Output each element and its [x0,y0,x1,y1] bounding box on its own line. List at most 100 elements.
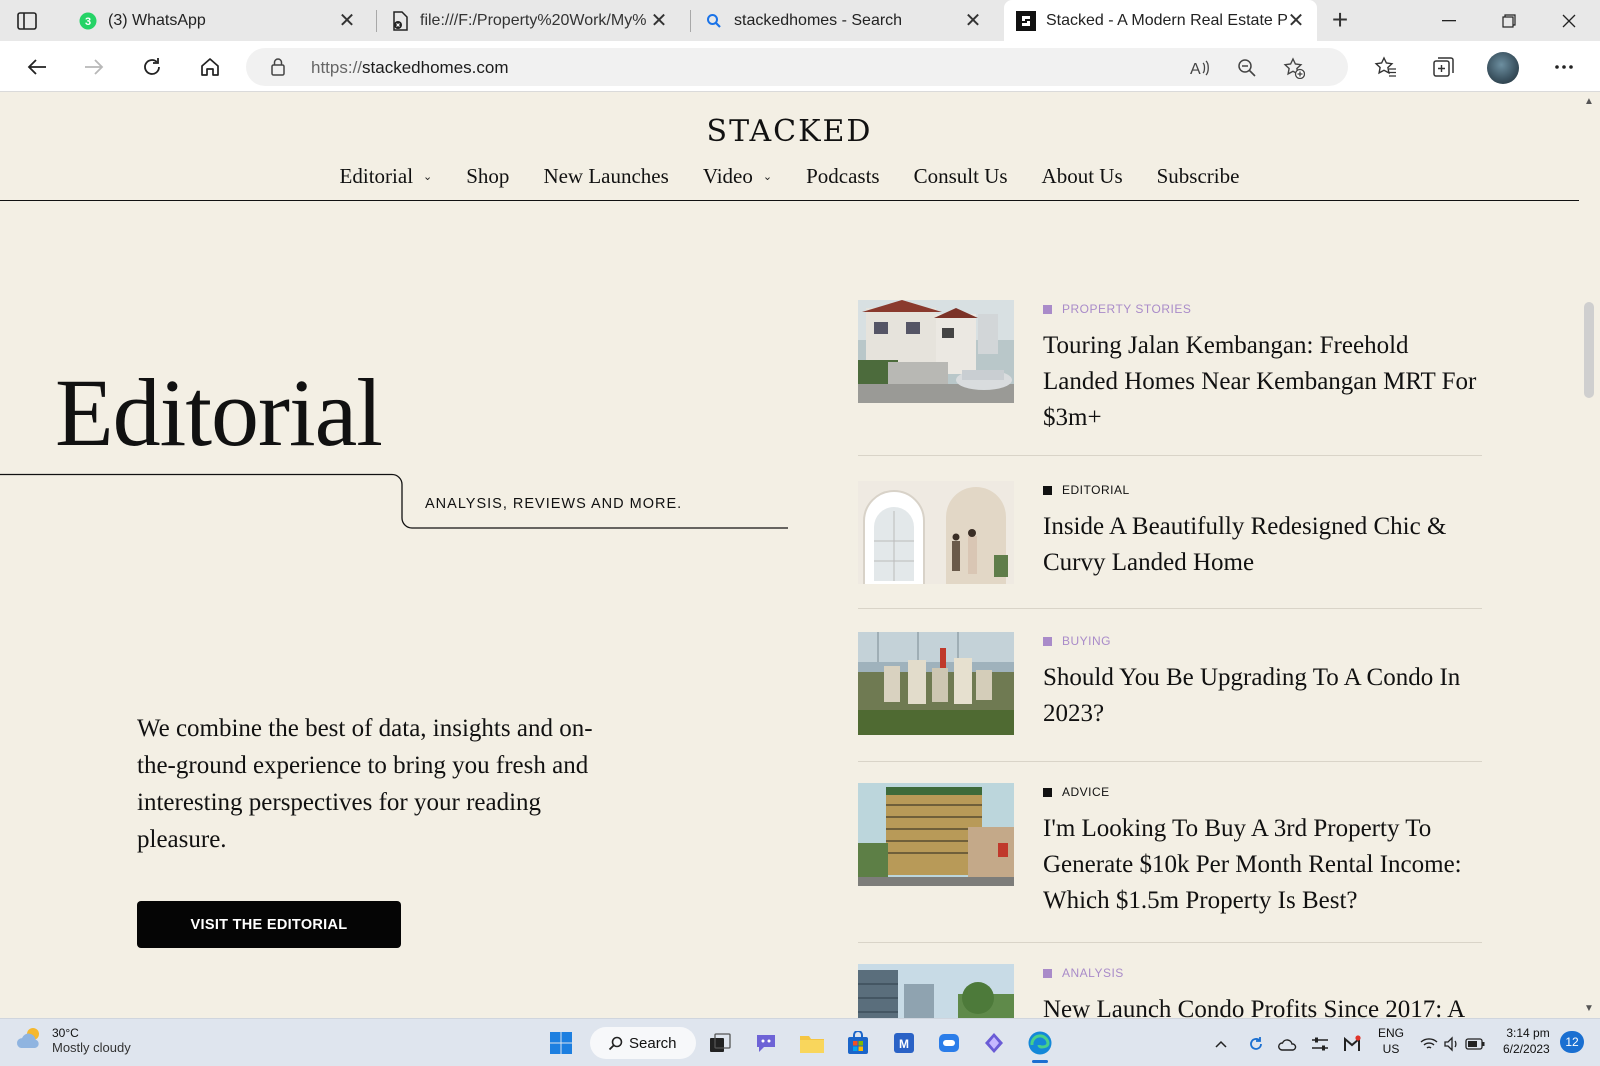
close-tab-icon[interactable]: ✕ [338,11,356,31]
close-window-button[interactable] [1540,0,1598,41]
refresh-icon[interactable] [137,52,167,82]
nav-podcasts[interactable]: Podcasts [789,164,897,189]
zoom-out-icon[interactable] [1235,56,1259,80]
article-thumbnail[interactable] [858,964,1014,1018]
restore-window-button[interactable] [1480,0,1538,41]
profile-avatar[interactable] [1487,52,1519,84]
tab-whatsapp[interactable]: 3 (3) WhatsApp ✕ [66,0,368,41]
svg-text:3: 3 [85,16,91,28]
page-scrollbar[interactable]: ▲ ▼ [1579,92,1600,1018]
nav-label: Consult Us [913,164,1008,188]
article-card[interactable]: EDITORIAL Inside A Beautifully Redesigne… [858,481,1482,609]
task-view-icon[interactable] [704,1027,736,1059]
site-logo[interactable]: STACKED [0,114,1579,149]
article-category[interactable]: BUYING [1043,634,1111,648]
nav-label: About Us [1041,164,1123,188]
scroll-up-arrow-icon[interactable]: ▲ [1584,96,1594,107]
nav-label: Shop [466,164,510,188]
nav-new-launches[interactable]: New Launches [526,164,685,189]
mail-app-icon[interactable]: M [888,1027,920,1059]
tab-search[interactable]: stackedhomes - Search ✕ [692,0,994,41]
volume-icon[interactable] [1441,1033,1463,1055]
article-card[interactable]: PROPERTY STORIES Touring Jalan Kembangan… [858,300,1482,456]
article-category[interactable]: ANALYSIS [1043,966,1124,980]
weather-widget[interactable]: 30°C Mostly cloudy [16,1026,131,1055]
article-category[interactable]: EDITORIAL [1043,483,1130,497]
microsoft-store-icon[interactable] [842,1027,874,1059]
system-clock[interactable]: 3:14 pm 6/2/2023 [1503,1025,1550,1057]
weather-temperature: 30°C [52,1026,79,1040]
close-tab-icon[interactable]: ✕ [964,11,982,31]
article-thumbnail[interactable] [858,783,1014,886]
weather-condition: Mostly cloudy [52,1040,131,1055]
onedrive-cloud-icon[interactable] [1277,1033,1299,1055]
article-category[interactable]: ADVICE [1043,785,1110,799]
web-page: STACKED Editorial ⌄ Shop New Launches Vid… [0,92,1600,1018]
add-favorite-icon[interactable] [1282,56,1306,80]
article-thumbnail[interactable] [858,300,1014,403]
article-headline[interactable]: Should You Be Upgrading To A Condo In 20… [1043,660,1483,732]
battery-icon[interactable] [1464,1033,1486,1055]
input-language-indicator[interactable]: ENG US [1378,1025,1404,1057]
article-category[interactable]: PROPERTY STORIES [1043,302,1191,316]
minimize-window-button[interactable] [1420,0,1478,41]
collections-icon[interactable] [1428,52,1458,82]
search-icon [704,11,724,31]
wifi-icon[interactable] [1418,1033,1440,1055]
visit-editorial-button[interactable]: VISIT THE EDITORIAL [137,901,401,948]
forward-arrow-icon[interactable] [79,52,109,82]
messaging-app-icon[interactable] [933,1027,965,1059]
page-title: Editorial [55,359,383,466]
home-icon[interactable] [195,52,225,82]
article-thumbnail[interactable] [858,481,1014,584]
url-text[interactable]: https://stackedhomes.com [311,58,508,78]
nav-consult-us[interactable]: Consult Us [897,164,1025,189]
category-label: BUYING [1062,634,1112,648]
edge-browser-icon[interactable] [1024,1027,1056,1063]
article-headline[interactable]: New Launch Condo Profits Since 2017: A [1043,992,1483,1018]
article-headline[interactable]: Inside A Beautifully Redesigned Chic & C… [1043,509,1483,581]
address-bar[interactable]: https://stackedhomes.com A [246,48,1348,86]
sync-icon[interactable] [1245,1033,1267,1055]
nav-video[interactable]: Video ⌄ [686,164,789,189]
lock-icon[interactable] [270,57,286,82]
more-options-icon[interactable] [1549,52,1579,82]
gmail-notifier-icon[interactable] [1341,1033,1363,1055]
notification-count-badge[interactable]: 12 [1560,1031,1584,1053]
tab-pdf-file[interactable]: file:///F:/Property%20Work/My% ✕ [378,0,680,41]
windows-start-icon[interactable] [545,1027,577,1059]
tab-stacked[interactable]: Stacked - A Modern Real Estate P ✕ [1004,0,1317,41]
nav-subscribe[interactable]: Subscribe [1140,164,1257,189]
back-arrow-icon[interactable] [22,52,52,82]
file-explorer-icon[interactable] [796,1027,828,1059]
teams-chat-icon[interactable] [750,1027,782,1059]
taskbar-search[interactable]: Search [590,1027,696,1059]
scroll-down-arrow-icon[interactable]: ▼ [1584,1003,1594,1014]
active-app-indicator [1032,1060,1048,1063]
article-card[interactable]: BUYING Should You Be Upgrading To A Cond… [858,632,1482,762]
article-thumbnail[interactable] [858,632,1014,735]
nav-editorial[interactable]: Editorial ⌄ [323,164,450,189]
close-tab-icon[interactable]: ✕ [650,11,668,31]
article-headline[interactable]: Touring Jalan Kembangan: Freehold Landed… [1043,328,1483,436]
article-card[interactable]: ADVICE I'm Looking To Buy A 3rd Property… [858,783,1482,943]
browser-toolbar: https://stackedhomes.com A [0,41,1600,92]
read-aloud-icon[interactable]: A [1188,56,1212,80]
new-tab-button[interactable]: + [1326,6,1354,35]
stacked-logo-icon [1016,10,1036,31]
section-tagline: ANALYSIS, REVIEWS AND MORE. [425,496,683,512]
favorites-icon[interactable] [1371,52,1401,82]
nav-about-us[interactable]: About Us [1025,164,1140,189]
article-card[interactable]: ANALYSIS New Launch Condo Profits Since … [858,964,1482,1018]
search-icon [608,1036,623,1051]
show-hidden-icons-chevron-up-icon[interactable] [1210,1033,1232,1055]
tab-actions-icon[interactable] [14,8,40,34]
close-tab-icon[interactable]: ✕ [1287,11,1305,31]
article-divider [858,942,1482,943]
photos-app-icon[interactable] [978,1027,1010,1059]
article-headline[interactable]: I'm Looking To Buy A 3rd Property To Gen… [1043,811,1483,919]
settings-sliders-icon[interactable] [1309,1033,1331,1055]
scrollbar-thumb[interactable] [1584,302,1594,398]
nav-shop[interactable]: Shop [449,164,526,189]
svg-text:A: A [1190,61,1201,78]
